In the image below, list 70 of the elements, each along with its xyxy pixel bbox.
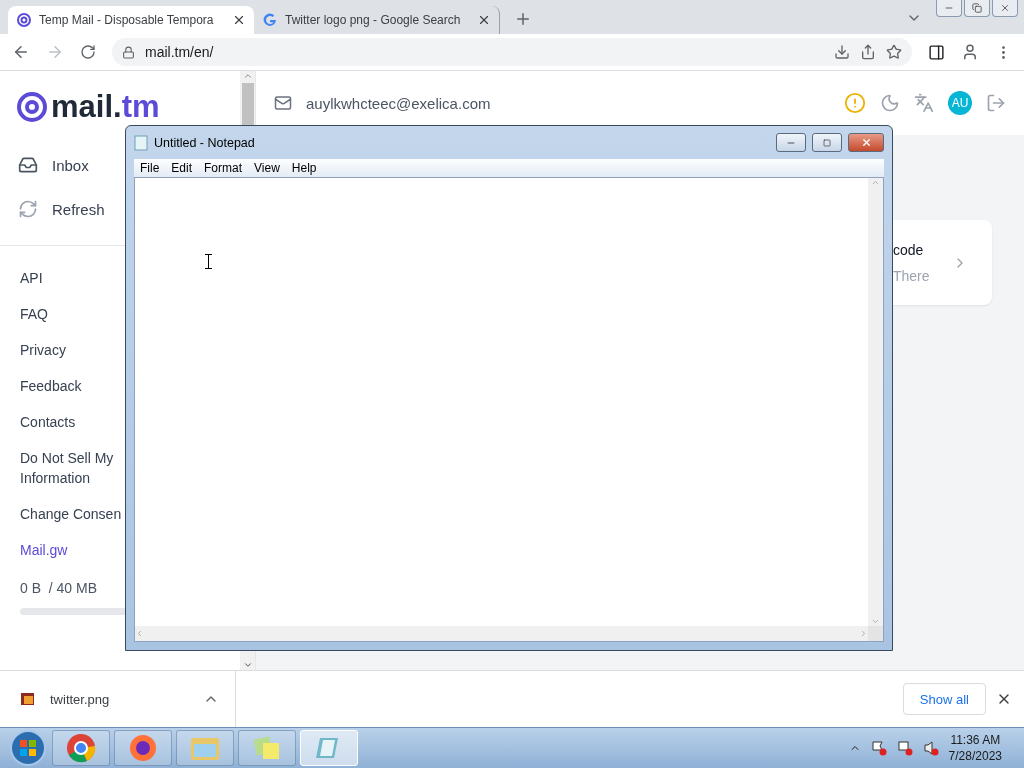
menu-item[interactable]: Help [285,161,323,175]
share-icon[interactable] [860,44,876,60]
close-button[interactable] [992,0,1018,17]
sidebar-link[interactable]: Change Consen [20,504,122,524]
lock-icon [122,45,135,59]
back-icon[interactable] [12,43,30,61]
minimize-button[interactable] [936,0,962,17]
menu-item[interactable]: File [134,161,166,175]
logo-text: mail.tm [51,89,160,125]
menu-item[interactable]: Edit [165,161,199,175]
at-icon [16,12,32,28]
close-icon[interactable] [232,13,246,27]
sidebar-action[interactable]: Refresh [18,187,105,231]
translate-icon[interactable] [914,93,934,113]
side-panel-icon[interactable] [928,43,945,61]
maximize-icon [823,138,831,147]
card-subtitle: There [893,267,930,284]
menu-item[interactable]: View [248,161,286,175]
card-title: code [893,241,925,258]
profile-icon[interactable] [961,43,979,61]
google-icon [262,12,278,28]
reload-icon[interactable] [80,44,96,60]
speaker-icon[interactable] [922,740,939,756]
sidebar-link[interactable]: API [20,268,43,288]
warning-icon[interactable] [844,92,866,114]
taskbar-button[interactable] [114,730,172,766]
image-file-icon [20,691,36,707]
menu-item[interactable]: Format [198,161,249,175]
show-all-button[interactable]: Show all [902,683,986,715]
star-icon[interactable] [886,44,902,60]
close-icon[interactable] [477,13,491,27]
close-icon [1000,3,1010,13]
browser-tab[interactable]: Temp Mail - Disposable Tempora [8,6,254,34]
window-title: Untitled - Notepad [154,135,256,150]
text-cursor-icon [205,254,212,269]
firefox-icon[interactable] [128,733,158,763]
refresh-icon [18,199,38,219]
close-button[interactable] [848,133,884,152]
sidebar-link[interactable]: Do Not Sell My Information [20,448,114,488]
download-icon[interactable] [834,44,850,60]
scroll-up-icon[interactable] [242,71,253,81]
start-button[interactable] [8,728,48,768]
size-grip[interactable] [868,626,883,641]
scroll-down-icon[interactable] [242,660,253,670]
email-address: auylkwhcteec@exelica.com [306,94,492,112]
new-tab-icon[interactable] [514,10,532,28]
notepad-icon [134,134,148,151]
sidebar-link[interactable]: Contacts [20,412,76,432]
taskbar-button[interactable] [238,730,296,766]
sidebar-link[interactable]: Feedback [20,376,82,396]
taskbar-button[interactable] [52,730,110,766]
logout-icon[interactable] [986,93,1006,113]
restore-icon [972,3,982,13]
sidebar-link[interactable]: FAQ [20,304,48,324]
clock[interactable]: 11:36 AM 7/28/2023 [948,732,1002,764]
restore-button[interactable] [964,0,990,17]
maximize-button[interactable] [812,133,842,152]
moon-icon[interactable] [880,93,900,113]
sidebar-action[interactable]: Inbox [18,143,89,187]
close-icon [860,137,872,148]
mail-icon [274,94,292,112]
network-icon[interactable] [896,740,913,756]
address-bar[interactable]: mail.tm/en/ [112,38,912,66]
at-logo-icon [16,91,48,123]
minimize-button[interactable] [776,133,806,152]
inbox-icon [18,155,38,175]
chrome-icon[interactable] [66,733,96,763]
storage-reading: 0 B / 40 MB [20,580,98,596]
sidebar-link[interactable]: Mail.gw [20,540,68,560]
sidebar-link[interactable]: Privacy [20,340,66,360]
